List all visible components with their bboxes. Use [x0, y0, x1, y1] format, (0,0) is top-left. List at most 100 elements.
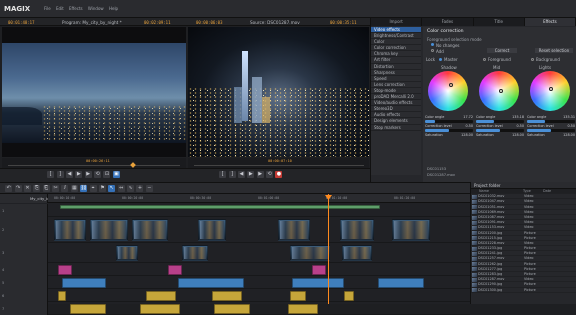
tab-title[interactable]: Title [474, 18, 525, 26]
snap-icon[interactable]: ⌖ [89, 185, 97, 192]
track-1[interactable]: 1 [0, 204, 470, 217]
background-radio[interactable] [531, 58, 534, 61]
lights-wheel-handle[interactable] [549, 87, 553, 91]
video-clip[interactable] [182, 245, 208, 261]
src-next-button[interactable]: ▶ [256, 171, 264, 178]
mid-level-value[interactable]: 0.50 [516, 124, 524, 128]
next-frame-button[interactable]: ▶ [84, 171, 92, 178]
project-row[interactable]: DSC01300.jpg Picture [471, 288, 576, 293]
record-button[interactable]: ● [275, 171, 283, 178]
lights-angle-value[interactable]: 135.31 [563, 115, 575, 119]
undo-icon[interactable]: ↶ [5, 185, 13, 192]
menu-help[interactable]: Help [109, 6, 118, 11]
video-clip[interactable] [290, 245, 330, 261]
video-clip[interactable] [116, 245, 138, 261]
add-radio[interactable] [431, 49, 434, 52]
effect-clip[interactable] [290, 291, 306, 301]
track-6[interactable]: 6 [0, 289, 470, 302]
lights-angle-slider[interactable] [527, 120, 575, 123]
menu-window[interactable]: Window [88, 6, 104, 11]
column-date[interactable]: Date [543, 189, 571, 193]
timeline[interactable]: My_city_by_night 00:00:10:00 00:00:20:00… [0, 194, 470, 315]
link-icon[interactable]: ⛓ [80, 185, 88, 192]
src-prev-button[interactable]: ◀ [237, 171, 245, 178]
zoom-out-icon[interactable]: − [145, 185, 153, 192]
audio-clip[interactable] [62, 278, 106, 288]
shadow-sat-value[interactable]: 128.00 [461, 133, 473, 137]
column-type[interactable]: Type [523, 189, 543, 193]
video-clip[interactable] [278, 219, 310, 241]
track-header[interactable]: 2 [0, 217, 48, 243]
zoom-in-icon[interactable]: + [136, 185, 144, 192]
shadow-angle-value[interactable]: 17.72 [463, 115, 473, 119]
audio-clip[interactable] [178, 278, 244, 288]
src-mark-in-button[interactable]: [ [219, 171, 227, 178]
playhead[interactable] [328, 194, 329, 304]
track-header[interactable]: 6 [0, 289, 48, 302]
track-header[interactable]: 5 [0, 276, 48, 289]
play-button[interactable]: ▶ [75, 171, 83, 178]
effect-clip[interactable] [288, 304, 318, 314]
video-clip[interactable] [340, 219, 374, 241]
shadow-color-wheel[interactable] [428, 71, 468, 111]
menu-file[interactable]: File [44, 6, 51, 11]
track-2[interactable]: 2 [0, 217, 470, 243]
source-monitor[interactable] [188, 27, 369, 157]
effect-stop-markers[interactable]: Stop markers [371, 125, 421, 131]
effect-clip[interactable] [146, 291, 176, 301]
cut-icon[interactable]: ✂ [52, 185, 60, 192]
sequence-tab[interactable]: My_city_by_night [0, 194, 63, 203]
lights-level-value[interactable]: 0.50 [567, 124, 575, 128]
shadow-level-value[interactable]: 0.50 [465, 124, 473, 128]
shadow-angle-slider[interactable] [425, 120, 473, 123]
src-mark-out-button[interactable]: ] [228, 171, 236, 178]
effect-clip[interactable] [58, 291, 66, 301]
audio-clip[interactable] [378, 278, 424, 288]
video-clip[interactable] [132, 219, 168, 241]
effect-clip[interactable] [140, 304, 180, 314]
foreground-radio[interactable] [483, 58, 486, 61]
program-monitor[interactable] [2, 27, 186, 157]
fit-button[interactable]: ⊡ [103, 171, 111, 178]
prev-frame-button[interactable]: ◀ [65, 171, 73, 178]
shadow-wheel-handle[interactable] [449, 83, 453, 87]
split-icon[interactable]: ⫽ [61, 185, 69, 192]
video-clip[interactable] [392, 219, 430, 241]
no-changes-radio[interactable] [431, 43, 434, 46]
lights-color-wheel[interactable] [530, 71, 570, 111]
mid-level-slider[interactable] [476, 129, 524, 132]
video-clip[interactable] [342, 245, 372, 261]
timeline-ruler[interactable]: 00:00:10:00 00:00:20:00 00:00:30:00 00:0… [48, 194, 470, 203]
mid-angle-value[interactable]: 135.18 [512, 115, 524, 119]
marker-icon[interactable]: ⚑ [98, 185, 106, 192]
video-clip[interactable] [198, 219, 226, 241]
src-loop-button[interactable]: ⟲ [266, 171, 274, 178]
title-clip[interactable] [58, 265, 72, 275]
column-name[interactable]: Name [471, 189, 523, 193]
track-header[interactable]: 1 [0, 204, 48, 217]
video-clip[interactable] [90, 219, 128, 241]
effect-clip[interactable] [344, 291, 354, 301]
shadow-level-slider[interactable] [425, 129, 473, 132]
loop-button[interactable]: ⟲ [94, 171, 102, 178]
lights-sat-value[interactable]: 128.00 [563, 133, 575, 137]
track-header[interactable]: 4 [0, 263, 48, 276]
mid-sat-value[interactable]: 128.00 [512, 133, 524, 137]
reset-selection-button[interactable]: Reset selection [535, 48, 573, 53]
copy-icon[interactable]: ⎘ [33, 185, 41, 192]
master-radio[interactable] [439, 58, 442, 61]
mid-wheel-handle[interactable] [499, 89, 503, 93]
tab-fades[interactable]: Fades [422, 18, 474, 26]
tab-import[interactable]: Import [371, 18, 423, 26]
lights-level-slider[interactable] [527, 129, 575, 132]
title-clip[interactable] [312, 265, 326, 275]
delete-icon[interactable]: ✕ [23, 185, 31, 192]
mid-angle-slider[interactable] [476, 120, 524, 123]
fullscreen-button[interactable]: ▣ [112, 171, 120, 178]
video-clip[interactable] [54, 219, 86, 241]
src-play-button[interactable]: ▶ [247, 171, 255, 178]
mark-in-button[interactable]: [ [47, 171, 55, 178]
audio-clip[interactable] [292, 278, 344, 288]
tab-effects[interactable]: Effects [524, 18, 576, 26]
menu-edit[interactable]: Edit [56, 6, 64, 11]
